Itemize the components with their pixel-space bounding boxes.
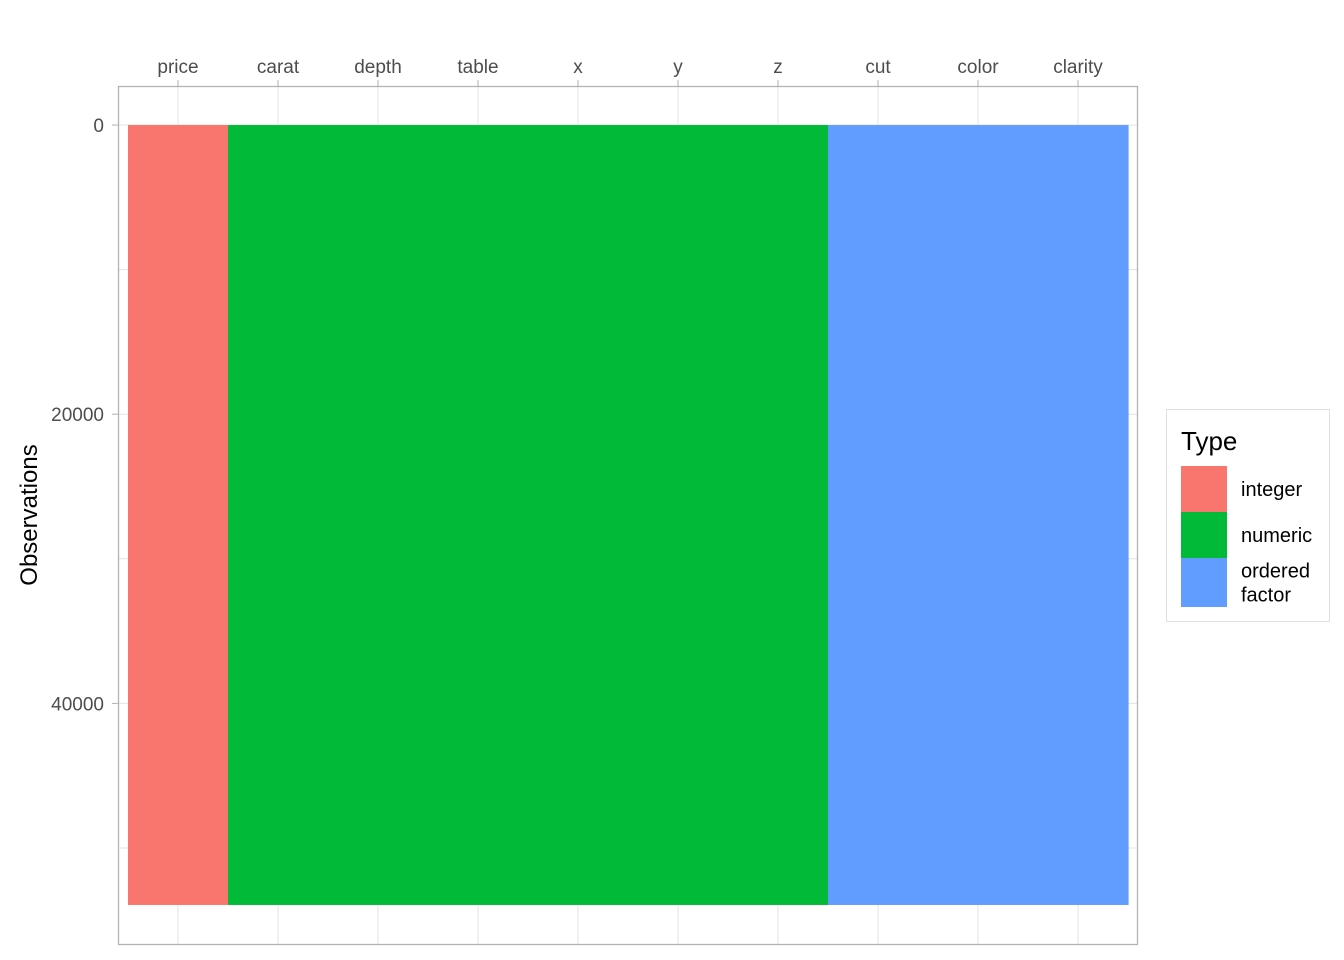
- x-tick-label-depth: depth: [354, 57, 402, 78]
- tile-clarity: [1028, 125, 1129, 905]
- legend-key-2: [1181, 558, 1227, 607]
- chart: price carat depth table x y z cut color clarity 0…: [16, 57, 1330, 946]
- x-tick-label-price: price: [157, 57, 198, 78]
- y-tick-label: 20000: [51, 405, 104, 426]
- tile-z: [728, 125, 829, 905]
- legend: Type integernumericordered factor: [1166, 409, 1330, 622]
- legend-title: Type: [1181, 426, 1237, 456]
- tile-table: [428, 125, 529, 905]
- x-tick-label-table: table: [457, 57, 498, 78]
- y-axis-title: Observations: [16, 444, 43, 585]
- x-tick-label-z: z: [773, 57, 783, 78]
- tile-x: [528, 125, 629, 905]
- tile-color: [928, 125, 1029, 905]
- tiles: [128, 125, 1129, 905]
- x-tick-label-cut: cut: [865, 57, 891, 78]
- tile-depth: [328, 125, 429, 905]
- tile-carat: [228, 125, 329, 905]
- legend-label-1: numeric: [1241, 525, 1312, 547]
- legend-label-0: integer: [1241, 479, 1302, 501]
- x-tick-label-y: y: [673, 57, 683, 78]
- x-tick-label-clarity: clarity: [1053, 57, 1103, 78]
- tile-cut: [828, 125, 929, 905]
- tile-y: [628, 125, 729, 905]
- tile-price: [128, 125, 229, 905]
- x-axis-ticks: price carat depth table x y z cut color clarity: [157, 57, 1103, 86]
- y-axis-ticks: 0 20000 40000: [51, 116, 118, 715]
- x-tick-label-x: x: [573, 57, 583, 78]
- y-tick-label: 0: [93, 116, 104, 137]
- legend-key-1: [1181, 512, 1227, 558]
- x-tick-label-carat: carat: [257, 57, 300, 78]
- legend-key-0: [1181, 466, 1227, 512]
- y-tick-label: 40000: [51, 694, 104, 715]
- x-tick-label-color: color: [957, 57, 999, 78]
